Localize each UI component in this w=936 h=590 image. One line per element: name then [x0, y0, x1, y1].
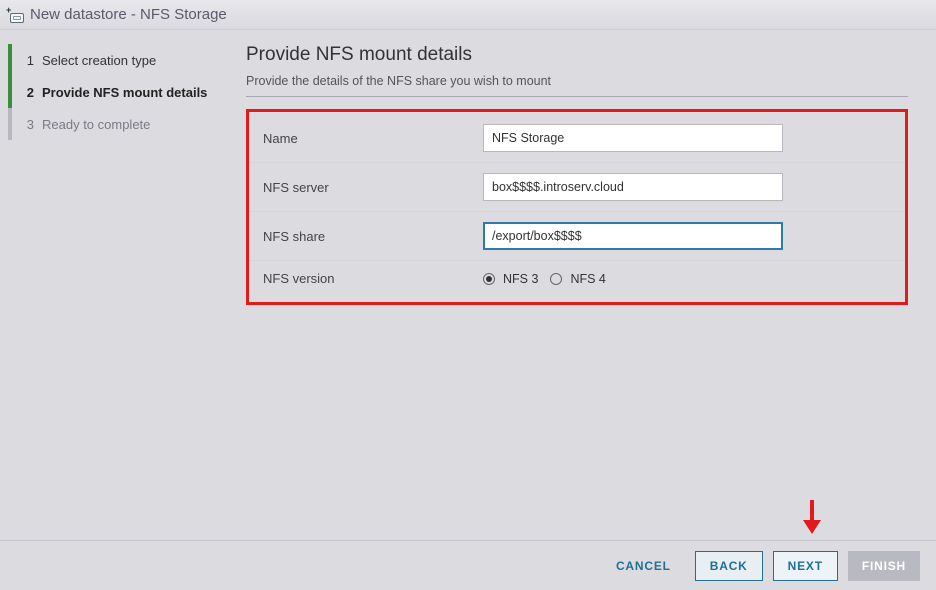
step-indicator — [8, 108, 12, 140]
form-row-nfs-version: NFS version NFS 3 NFS 4 — [249, 260, 905, 296]
step-number: 1 — [20, 53, 34, 68]
nfs-version-4-radio[interactable] — [550, 273, 562, 285]
nfs-form-highlighted: Name NFS server NFS share NFS version NF… — [246, 109, 908, 305]
wizard-steps-sidebar: 1 Select creation type 2 Provide NFS mou… — [0, 30, 232, 540]
nfs-server-label: NFS server — [263, 180, 483, 195]
nfs-share-label: NFS share — [263, 229, 483, 244]
step-indicator — [8, 44, 12, 76]
wizard-main-panel: Provide NFS mount details Provide the de… — [232, 30, 936, 540]
step-label: Select creation type — [42, 53, 156, 68]
next-button[interactable]: NEXT — [773, 551, 838, 581]
nfs-version-4-label: NFS 4 — [570, 272, 605, 286]
step-label: Ready to complete — [42, 117, 150, 132]
window-title-bar: + New datastore - NFS Storage — [0, 0, 936, 30]
window-title: New datastore - NFS Storage — [30, 6, 227, 23]
nfs-version-radio-group: NFS 3 NFS 4 — [483, 272, 606, 286]
step-number: 3 — [20, 117, 34, 132]
wizard-step-ready-to-complete[interactable]: 3 Ready to complete — [0, 108, 232, 140]
finish-button: FINISH — [848, 551, 920, 581]
wizard-step-nfs-mount-details[interactable]: 2 Provide NFS mount details — [0, 76, 232, 108]
nfs-server-input[interactable] — [483, 173, 783, 201]
step-label: Provide NFS mount details — [42, 85, 207, 100]
form-row-name: Name — [249, 114, 905, 162]
form-row-nfs-server: NFS server — [249, 162, 905, 211]
nfs-version-3-radio[interactable] — [483, 273, 495, 285]
nfs-version-label: NFS version — [263, 271, 483, 286]
step-indicator — [8, 76, 12, 108]
name-input[interactable] — [483, 124, 783, 152]
cancel-button[interactable]: CANCEL — [602, 551, 685, 581]
wizard-step-select-creation-type[interactable]: 1 Select creation type — [0, 44, 232, 76]
page-title: Provide NFS mount details — [246, 44, 908, 66]
form-row-nfs-share: NFS share — [249, 211, 905, 260]
page-subtitle: Provide the details of the NFS share you… — [246, 74, 908, 97]
back-button[interactable]: BACK — [695, 551, 763, 581]
nfs-version-3-label: NFS 3 — [503, 272, 538, 286]
step-number: 2 — [20, 85, 34, 100]
new-datastore-icon: + — [8, 7, 24, 23]
wizard-footer: CANCEL BACK NEXT FINISH — [0, 540, 936, 590]
name-label: Name — [263, 131, 483, 146]
nfs-share-input[interactable] — [483, 222, 783, 250]
